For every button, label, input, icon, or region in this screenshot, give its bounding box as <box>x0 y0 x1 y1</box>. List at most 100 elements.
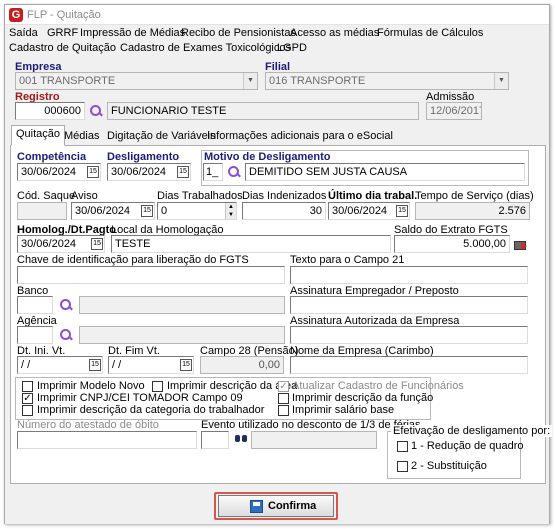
aviso-value: 30/06/2024 <box>75 205 131 217</box>
evento-description-field <box>251 431 377 449</box>
search-icon[interactable] <box>89 104 103 118</box>
quitacao-window: G FLP - Quitação Saída GRRF Impressão de… <box>4 4 553 524</box>
desc-categoria-label: Imprimir descrição da categoria do traba… <box>37 404 265 416</box>
substituicao-label: 2 - Substituição <box>411 460 487 472</box>
reducao-quadro-checkbox[interactable] <box>397 441 408 452</box>
cod-saque-label: Cód. Saque <box>17 190 76 202</box>
chevron-down-icon[interactable]: ▼ <box>494 73 508 89</box>
binoculars-icon[interactable] <box>234 433 248 443</box>
print-export-icon[interactable] <box>513 238 527 250</box>
ultimo-dia-value: 30/06/2024 <box>332 205 388 217</box>
menu-impressao-medias[interactable]: Impressão de Médias <box>80 27 185 39</box>
calendar-icon[interactable]: 15 <box>91 238 103 250</box>
menu-saida[interactable]: Saída <box>9 27 38 39</box>
confirm-button[interactable]: Confirma <box>218 495 334 517</box>
motivo-description-field: DEMITIDO SEM JUSTA CAUSA <box>245 163 525 181</box>
texto-campo21-input[interactable] <box>290 266 528 284</box>
salario-base-checkbox[interactable] <box>278 405 289 416</box>
aviso-label: Aviso <box>71 190 98 202</box>
window-title: FLP - Quitação <box>27 9 101 21</box>
desc-funcao-label: Imprimir descrição da função <box>292 392 434 404</box>
atualizar-cadastro-checkbox[interactable]: ✓ <box>278 381 289 392</box>
numero-atestado-input[interactable] <box>17 431 197 449</box>
ultimo-dia-input[interactable]: 30/06/2024 15 <box>328 202 410 220</box>
calendar-icon[interactable]: 15 <box>141 205 153 217</box>
tab-medias[interactable]: Médias <box>59 127 104 146</box>
cnpj-tomador-checkbox[interactable]: ✓ <box>22 393 33 404</box>
dias-trabalhados-input[interactable]: 0 ▲ ▼ <box>157 202 237 220</box>
desligamento-value: 30/06/2024 <box>111 166 167 178</box>
calendar-icon[interactable]: 15 <box>87 166 99 178</box>
menu-acesso-medias[interactable]: Acesso as médias <box>290 27 379 39</box>
homolog-value: 30/06/2024 <box>21 238 77 250</box>
calendar-icon[interactable]: 15 <box>396 205 408 217</box>
empresa-select[interactable]: 001 TRANSPORTE ▼ <box>15 72 258 90</box>
desc-categoria-checkbox[interactable] <box>22 405 33 416</box>
tab-info-esocial[interactable]: Informações adicionais para o eSocial <box>202 127 398 146</box>
substituicao-checkbox[interactable] <box>397 461 408 472</box>
campo28-field: 0,00 <box>200 356 284 374</box>
chevron-down-icon[interactable]: ▼ <box>243 73 257 89</box>
save-icon <box>250 500 263 513</box>
dt-fim-input[interactable]: / / 15 <box>108 356 194 374</box>
competencia-value: 30/06/2024 <box>21 166 77 178</box>
evento-label: Evento utilizado no desconto de 1/3 de f… <box>201 419 421 431</box>
desc-funcao-checkbox[interactable] <box>278 393 289 404</box>
title-bar: G FLP - Quitação <box>5 5 549 25</box>
evento-input[interactable] <box>201 431 229 449</box>
saldo-fgts-input[interactable]: 5.000,00 <box>394 235 510 253</box>
filial-value: 016 TRANSPORTE <box>269 75 366 87</box>
cnpj-tomador-label: Imprimir CNPJ/CEI TOMADOR Campo 09 <box>37 392 243 404</box>
dt-ini-input[interactable]: / / 15 <box>17 356 103 374</box>
menu-cadastro-exames[interactable]: Cadastro de Exames Toxicológicos <box>120 42 291 54</box>
aviso-input[interactable]: 30/06/2024 15 <box>71 202 155 220</box>
texto-campo21-label: Texto para o Campo 21 <box>290 254 405 266</box>
search-icon[interactable] <box>227 165 241 179</box>
salario-base-label: Imprimir salário base <box>292 404 395 416</box>
atualizar-cadastro-label: Atualizar Cadastro de Funcionários <box>292 380 464 392</box>
empresa-value: 001 TRANSPORTE <box>19 75 116 87</box>
banco-input[interactable] <box>17 296 53 314</box>
desc-area-checkbox[interactable] <box>152 381 163 392</box>
efetivacao-label: Efetivação de desligamento por: <box>391 425 553 437</box>
modelo-novo-checkbox[interactable] <box>22 381 33 392</box>
tab-quitacao[interactable]: Quitação <box>11 125 66 146</box>
calendar-icon[interactable]: 15 <box>177 166 189 178</box>
calendar-icon[interactable]: 15 <box>180 359 192 371</box>
admissao-field: 12/06/2017 <box>426 102 482 120</box>
registro-input[interactable]: 000600 <box>15 102 85 120</box>
desligamento-label: Desligamento <box>107 151 180 163</box>
filial-select[interactable]: 016 TRANSPORTE ▼ <box>265 72 509 90</box>
banco-description-field <box>79 296 285 314</box>
competencia-input[interactable]: 30/06/2024 15 <box>17 163 101 181</box>
stepper-arrows-icon[interactable]: ▲ ▼ <box>225 203 236 219</box>
calendar-icon[interactable]: 15 <box>89 359 101 371</box>
dias-trabalhados-value: 0 <box>161 205 168 217</box>
dias-indenizados-label: Dias Indenizados <box>242 190 327 202</box>
tempo-servico-field: 2.576 <box>415 202 530 220</box>
menu-lgpd[interactable]: LGPD <box>277 42 307 54</box>
reducao-quadro-label: 1 - Redução de quadro <box>411 440 524 452</box>
menu-bar: Saída GRRF Impressão de Médias Recibo de… <box>5 25 549 59</box>
menu-formulas-calculos[interactable]: Fórmulas de Cálculos <box>377 27 483 39</box>
cod-saque-input[interactable] <box>17 202 67 220</box>
dias-indenizados-input[interactable]: 30 <box>242 202 326 220</box>
search-icon[interactable] <box>59 298 73 312</box>
homolog-input[interactable]: 30/06/2024 15 <box>17 235 105 253</box>
desligamento-input[interactable]: 30/06/2024 15 <box>107 163 191 181</box>
local-homolog-input[interactable]: TESTE <box>111 235 391 253</box>
menu-cadastro-quitacao[interactable]: Cadastro de Quitação <box>9 42 116 54</box>
motivo-code-input[interactable]: 1_ <box>203 163 223 181</box>
assinatura-empregador-input[interactable] <box>290 296 528 314</box>
chave-fgts-input[interactable] <box>17 266 285 284</box>
nome-empresa-input[interactable] <box>290 356 528 374</box>
ultimo-dia-label: Último dia trabal. <box>328 190 418 202</box>
menu-grrf[interactable]: GRRF <box>47 27 78 39</box>
search-icon[interactable] <box>59 328 73 342</box>
agencia-input[interactable] <box>17 326 53 344</box>
dias-trabalhados-label: Dias Trabalhados <box>157 190 243 202</box>
motivo-label: Motivo de Desligamento <box>204 151 331 163</box>
menu-recibo-pensionistas[interactable]: Recibo de Pensionistas <box>181 27 296 39</box>
assinatura-autorizada-input[interactable] <box>290 326 528 344</box>
tempo-servico-label: Tempo de Serviço (dias) <box>415 190 534 202</box>
